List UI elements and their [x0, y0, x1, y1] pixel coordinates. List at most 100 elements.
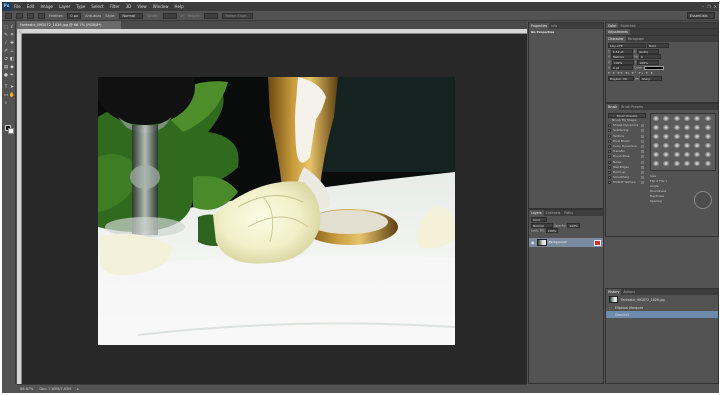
brush-tip[interactable]	[673, 161, 680, 166]
menu-filter[interactable]: Filter	[107, 2, 123, 11]
brush-tip[interactable]	[653, 134, 659, 139]
opacity-input[interactable]: 100%	[567, 222, 580, 228]
lock-icon[interactable]	[641, 150, 644, 154]
brush-tip[interactable]	[704, 134, 711, 139]
menu-view[interactable]: View	[134, 2, 150, 11]
brush-tip[interactable]	[653, 125, 659, 130]
path-select-icon[interactable]: ➤	[9, 85, 15, 91]
text-color-swatch[interactable]	[643, 65, 664, 70]
tab-character[interactable]: Character	[606, 36, 626, 42]
minimize-icon[interactable]: –	[702, 4, 704, 9]
tab-properties[interactable]: Properties	[529, 23, 550, 29]
brush-tip[interactable]	[663, 134, 670, 139]
document-tab[interactable]: Fantastic_IMG072_1826.jpg @ 66.7% (RGB/8…	[17, 21, 121, 29]
fill-input[interactable]: 100%	[545, 228, 559, 233]
brush-tip[interactable]	[673, 143, 680, 148]
brush-tip[interactable]	[683, 125, 690, 130]
stamp-icon[interactable]: ⊥	[9, 49, 15, 55]
brush-tip[interactable]	[673, 134, 680, 139]
brush-tip[interactable]	[663, 125, 670, 130]
lock-icon[interactable]	[641, 176, 644, 180]
visibility-icon[interactable]: ◉	[531, 240, 535, 245]
brush-tip[interactable]	[653, 161, 659, 166]
tab-layers[interactable]: Layers	[529, 210, 544, 216]
layer-row[interactable]: ◉ Background	[529, 238, 603, 247]
tab-actions[interactable]: Actions	[621, 289, 637, 295]
tool-preset-button[interactable]	[5, 12, 12, 19]
antialias-select[interactable]: Sharp	[639, 75, 662, 81]
tab-brush[interactable]: Brush	[606, 104, 620, 110]
brush-tip[interactable]	[704, 152, 711, 157]
history-item[interactable]: ◌ Elliptical Marquee	[606, 304, 718, 311]
eraser-icon[interactable]: ◧	[9, 57, 15, 63]
brush-tip[interactable]	[673, 152, 680, 157]
brush-tip[interactable]	[683, 143, 690, 148]
flip-x-checkbox[interactable]: Flip X	[650, 179, 658, 183]
brush-angle-widget[interactable]	[694, 191, 712, 209]
menu-help[interactable]: Help	[171, 2, 186, 11]
brush-tip[interactable]	[653, 143, 659, 148]
history-snapshot[interactable]: Fantastic_IMG072_1826.jpg	[606, 295, 718, 304]
lock-icon[interactable]	[641, 134, 644, 138]
brush-option-checkbox[interactable]	[608, 139, 611, 143]
menu-3d[interactable]: 3D	[123, 2, 135, 11]
tab-info[interactable]: Info	[549, 23, 559, 29]
brush-tip[interactable]	[704, 143, 711, 148]
horizontal-scale-input[interactable]: 100%	[637, 59, 660, 65]
lock-icon[interactable]	[641, 124, 644, 128]
faux-italic-button[interactable]: T	[613, 71, 616, 75]
close-icon[interactable]: ✕	[714, 4, 717, 9]
layer-name[interactable]: Background	[549, 240, 567, 245]
lock-icon[interactable]	[641, 181, 644, 185]
menu-image[interactable]: Image	[37, 2, 56, 11]
lasso-icon[interactable]: ℓ	[9, 25, 15, 31]
brush-option-checkbox[interactable]	[608, 160, 611, 164]
brush-option-checkbox[interactable]	[608, 145, 611, 149]
refine-edge-button[interactable]: Refine Edge...	[222, 12, 253, 19]
background-color[interactable]	[8, 128, 14, 134]
brush-tip[interactable]	[694, 152, 701, 157]
width-input[interactable]	[162, 12, 177, 19]
menu-edit[interactable]: Edit	[24, 2, 38, 11]
height-input[interactable]	[204, 12, 219, 19]
history-item-selected[interactable]: ⬚ Deselect	[606, 311, 718, 318]
add-selection-icon[interactable]	[27, 12, 34, 19]
brush-tip[interactable]	[694, 143, 701, 148]
swap-icon[interactable]: ⇄	[181, 14, 184, 18]
tab-brush-presets[interactable]: Brush Presets	[619, 104, 645, 110]
brush-option-checkbox[interactable]	[608, 150, 611, 154]
brush-tip[interactable]	[694, 134, 701, 139]
faux-bold-button[interactable]: T	[608, 71, 611, 75]
pen-icon[interactable]: ✒	[9, 73, 15, 79]
brush-option-checkbox[interactable]	[608, 129, 611, 133]
style-select[interactable]: Normal	[119, 12, 144, 19]
brush-tip[interactable]	[683, 134, 690, 139]
lock-icon[interactable]	[641, 139, 644, 143]
flip-y-checkbox[interactable]: Flip Y	[659, 179, 667, 183]
lock-icon[interactable]	[641, 129, 644, 133]
lock-icon[interactable]	[641, 165, 644, 169]
brush-tip[interactable]	[694, 161, 701, 166]
lock-icon[interactable]	[641, 155, 644, 159]
brush-option-checkbox[interactable]	[608, 124, 611, 128]
brush-tip[interactable]	[704, 125, 711, 130]
feather-input[interactable]: 0 px	[67, 12, 82, 19]
canvas-area[interactable]	[22, 34, 527, 384]
menu-select[interactable]: Select	[88, 2, 106, 11]
zoom-icon[interactable]: ⌕	[3, 101, 9, 107]
brush-option-checkbox[interactable]	[608, 170, 611, 174]
brush-option-checkbox[interactable]	[608, 165, 611, 169]
brush-tip[interactable]	[704, 116, 711, 121]
crop-icon[interactable]: ⌗	[9, 33, 15, 39]
brush-tip[interactable]	[694, 116, 701, 121]
subscript-button[interactable]: T₁	[639, 71, 644, 75]
brush-tip[interactable]	[673, 116, 680, 121]
tab-paragraph[interactable]: Paragraph	[626, 36, 646, 42]
brush-tip[interactable]	[704, 161, 711, 166]
subtract-selection-icon[interactable]	[38, 12, 45, 19]
brush-tip[interactable]	[683, 161, 690, 166]
baseline-shift-input[interactable]: 0 pt	[611, 65, 634, 70]
healing-icon[interactable]: ✚	[9, 41, 15, 47]
document-image[interactable]	[98, 77, 455, 345]
new-selection-icon[interactable]	[16, 12, 23, 19]
